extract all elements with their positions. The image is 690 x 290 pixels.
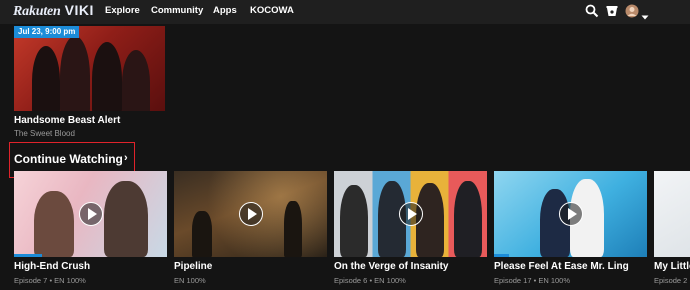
card-meta: Episode 7 • EN 100% <box>14 276 86 285</box>
avatar[interactable] <box>625 4 639 23</box>
rakuten-viki-logo[interactable]: Rakuten VIKI <box>13 2 94 20</box>
card-pipeline[interactable] <box>174 171 327 257</box>
card-on-the-verge-of-insanity[interactable] <box>334 171 487 257</box>
card-my-little[interactable] <box>654 171 690 257</box>
top-nav-bar: Rakuten VIKI Explore Community Apps KOCO… <box>0 0 690 24</box>
play-icon[interactable] <box>78 202 103 226</box>
nav-apps[interactable]: Apps <box>213 5 237 16</box>
logo-part-viki: VIKI <box>64 2 94 18</box>
hero-thumbnail[interactable] <box>14 26 165 111</box>
play-icon[interactable] <box>558 202 583 226</box>
card-meta: Episode 17 • EN 100% <box>494 276 571 285</box>
chevron-right-icon[interactable]: › <box>124 152 128 164</box>
card-title[interactable]: Pipeline <box>174 261 327 272</box>
card-meta: EN 100% <box>174 276 206 285</box>
search-icon[interactable] <box>585 4 599 23</box>
hero-subtitle: The Sweet Blood <box>14 129 75 138</box>
hero-title[interactable]: Handsome Beast Alert <box>14 115 120 126</box>
card-please-feel-at-ease-mr-ling[interactable] <box>494 171 647 257</box>
card-title[interactable]: High-End Crush <box>14 261 167 272</box>
watch-progress-bar <box>494 254 510 257</box>
continue-watching-title[interactable]: Continue Watching <box>14 152 123 166</box>
card-meta: Episode 2 <box>654 276 688 285</box>
card-title[interactable]: On the Verge of Insanity <box>334 261 487 272</box>
cup-icon[interactable] <box>605 4 619 23</box>
nav-kocowa[interactable]: KOCOWA <box>250 5 294 16</box>
card-title[interactable]: My Little <box>654 261 690 272</box>
nav-community[interactable]: Community <box>151 5 203 16</box>
air-date-badge: Jul 23, 9:00 pm <box>14 26 80 38</box>
watch-progress-bar <box>14 254 42 257</box>
chevron-down-icon[interactable] <box>641 8 649 26</box>
nav-explore[interactable]: Explore <box>105 5 140 16</box>
card-high-end-crush[interactable] <box>14 171 167 257</box>
play-icon[interactable] <box>238 202 263 226</box>
card-meta: Episode 6 • EN 100% <box>334 276 406 285</box>
card-title[interactable]: Please Feel At Ease Mr. Ling <box>494 261 647 272</box>
play-icon[interactable] <box>398 202 423 226</box>
logo-part-rakuten: Rakuten <box>13 4 61 19</box>
